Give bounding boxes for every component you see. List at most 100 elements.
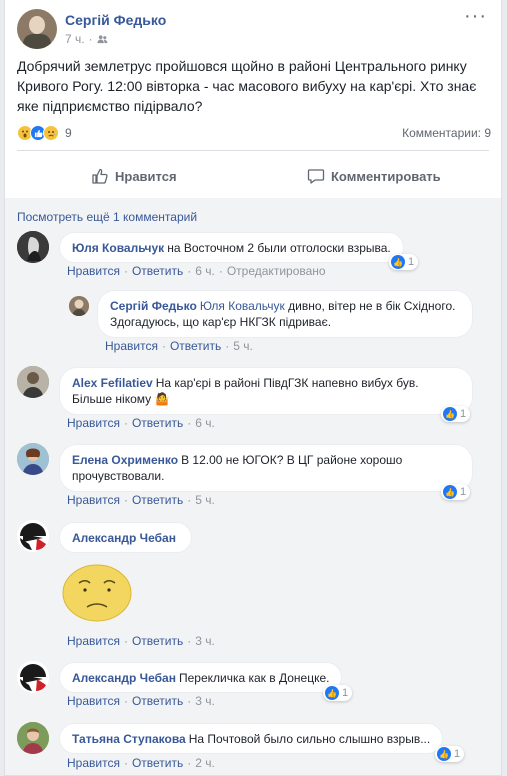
comments-count[interactable]: Комментарии: 9 (402, 126, 491, 140)
separator: · (187, 694, 192, 708)
comment-reply-link[interactable]: Ответить (132, 756, 183, 770)
post-meta: 7 ч. · (65, 32, 108, 46)
post-card: Сергій Федько 7 ч. · ··· Добрячий землет… (4, 0, 502, 776)
separator: · (225, 339, 230, 353)
thumbs-up-icon (92, 168, 108, 184)
avatar[interactable] (17, 231, 49, 263)
meta-separator: · (88, 32, 93, 46)
comment-reaction-count: 1 (454, 748, 461, 760)
like-reaction-icon: 👍 (443, 485, 457, 499)
like-reaction-icon: 👍 (437, 747, 451, 761)
avatar[interactable] (69, 296, 89, 316)
comment-author[interactable]: Александр Чебан (72, 671, 176, 685)
avatar[interactable] (17, 366, 49, 398)
comment-bubble-icon (307, 169, 325, 184)
separator: · (218, 264, 223, 278)
avatar[interactable] (17, 520, 49, 552)
separator: · (123, 493, 128, 507)
comment-button[interactable]: Комментировать (307, 160, 441, 192)
comment-bubble: Татьяна Ступакова На Почтовой было сильно… (59, 723, 444, 754)
avatar[interactable] (17, 661, 49, 693)
more-options-icon[interactable]: ··· (464, 6, 487, 26)
comment-reply-link[interactable]: Ответить (132, 264, 183, 278)
separator: · (187, 634, 192, 648)
reactions-summary[interactable]: 9 (17, 125, 72, 141)
divider (17, 150, 489, 151)
like-button-label: Нравится (115, 168, 177, 184)
comment-reaction-count: 1 (408, 256, 415, 268)
comment-like-link[interactable]: Нравится (67, 264, 120, 278)
comment-edited[interactable]: Отредактировано (227, 264, 326, 278)
comment-time[interactable]: 5 ч. (195, 493, 215, 507)
comment-time[interactable]: 6 ч. (195, 416, 215, 430)
comment-like-link[interactable]: Нравится (67, 634, 120, 648)
comment-text: На Почтовой было сильно слышно взрыв... (188, 732, 431, 746)
comment-reaction-count: 1 (460, 486, 467, 498)
sad-face-sticker[interactable] (61, 562, 133, 622)
separator: · (123, 694, 128, 708)
comment-like-link[interactable]: Нравится (67, 756, 120, 770)
separator: · (187, 264, 192, 278)
friends-icon (97, 34, 107, 43)
comment-bubble: Сергій Федько Юля Ковальчук дивно, вітер … (97, 290, 473, 338)
comment-actions: Нравится · Ответить · 2 ч. (67, 756, 215, 770)
comment-author[interactable]: Александр Чебан (72, 531, 176, 545)
comment-like-link[interactable]: Нравится (67, 416, 120, 430)
comment-time[interactable]: 3 ч. (195, 694, 215, 708)
comment-reply-link[interactable]: Ответить (132, 634, 183, 648)
comment-reaction-count: 1 (460, 408, 467, 420)
comment-mention[interactable]: Юля Ковальчук (200, 299, 285, 313)
post-author[interactable]: Сергій Федько (65, 12, 166, 28)
comment-like-link[interactable]: Нравится (67, 493, 120, 507)
separator: · (123, 634, 128, 648)
comment-actions: Нравится · Ответить · 5 ч. (105, 339, 253, 353)
separator: · (123, 416, 128, 430)
comment-time[interactable]: 5 ч. (233, 339, 253, 353)
separator: · (187, 756, 192, 770)
comment-actions: Нравится · Ответить · 3 ч. (67, 634, 215, 648)
comment-reply-link[interactable]: Ответить (132, 694, 183, 708)
like-button[interactable]: Нравится (91, 160, 177, 192)
comment-actions: Нравится · Ответить · 6 ч. (67, 416, 215, 430)
view-more-comments-link[interactable]: Посмотреть ещё 1 комментарий (17, 210, 197, 224)
avatar[interactable] (17, 722, 49, 754)
comment-reactions[interactable]: 👍 1 (435, 746, 465, 762)
comment-reply-link[interactable]: Ответить (170, 339, 221, 353)
comment-reactions[interactable]: 👍 1 (441, 484, 471, 500)
comment-reaction-count: 1 (342, 687, 349, 699)
post-text: Добрячий землетрус пройшовся щойно в рай… (17, 58, 477, 114)
comment-bubble: Юля Ковальчук на Восточном 2 были отголос… (59, 232, 404, 263)
post-time[interactable]: 7 ч. (65, 32, 85, 46)
separator: · (123, 264, 128, 278)
separator: · (161, 339, 166, 353)
comment-actions: Нравится · Ответить · 3 ч. (67, 694, 215, 708)
separator: · (187, 416, 192, 430)
comment-actions: Нравится · Ответить · 6 ч. · Отредактировано (67, 264, 326, 278)
comment-reactions[interactable]: 👍 1 (323, 685, 353, 701)
comment-time[interactable]: 6 ч. (195, 264, 215, 278)
comment-actions: Нравится · Ответить · 5 ч. (67, 493, 215, 507)
comment-reply-link[interactable]: Ответить (132, 493, 183, 507)
comment-text: на Восточном 2 были отголоски взрыва. (167, 241, 391, 255)
sad-reaction-icon (43, 125, 59, 141)
comment-reactions[interactable]: 👍 1 (389, 254, 419, 270)
comment-reply-link[interactable]: Ответить (132, 416, 183, 430)
like-reaction-icon: 👍 (443, 407, 457, 421)
comment-bubble: Александр Чебан Перекличка как в Донецке. (59, 662, 343, 693)
author-avatar[interactable] (17, 9, 57, 49)
avatar[interactable] (17, 443, 49, 475)
comment-author[interactable]: Сергій Федько (110, 299, 197, 313)
comment-bubble: Александр Чебан (59, 522, 192, 553)
comment-author[interactable]: Юля Ковальчук (72, 241, 164, 255)
separator: · (187, 493, 192, 507)
comment-author[interactable]: Татьяна Ступакова (72, 732, 186, 746)
comment-bubble: Alex Fefilatiev На кар'єрі в районі ПівдГ… (59, 367, 473, 415)
comment-reactions[interactable]: 👍 1 (441, 406, 471, 422)
comment-time[interactable]: 3 ч. (195, 634, 215, 648)
comment-author[interactable]: Елена Охрименко (72, 453, 178, 467)
comment-like-link[interactable]: Нравится (67, 694, 120, 708)
comment-like-link[interactable]: Нравится (105, 339, 158, 353)
comment-author[interactable]: Alex Fefilatiev (72, 376, 153, 390)
comment-button-label: Комментировать (331, 168, 441, 184)
comment-time[interactable]: 2 ч. (195, 756, 215, 770)
